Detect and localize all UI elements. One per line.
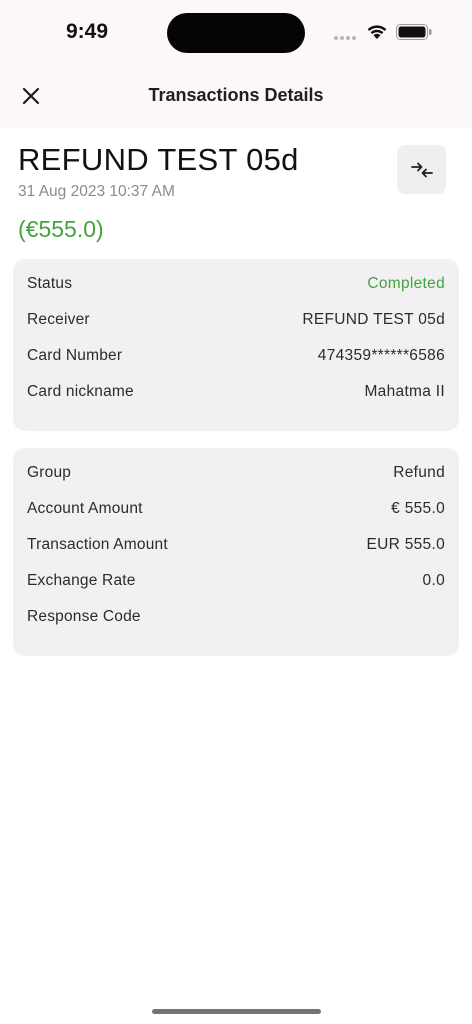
row-label: Status — [27, 275, 73, 292]
row-label: Response Code — [27, 608, 141, 625]
amount-row-transaction-amount: Transaction Amount EUR 555.0 — [27, 536, 445, 558]
amount-row-group: Group Refund — [27, 464, 445, 486]
transaction-date: 31 Aug 2023 10:37 AM — [18, 183, 175, 200]
row-label: Transaction Amount — [27, 536, 168, 553]
details-card: Status Completed Receiver REFUND TEST 05… — [13, 259, 459, 431]
row-label: Account Amount — [27, 500, 143, 517]
wifi-icon — [367, 25, 387, 39]
row-label: Card Number — [27, 347, 123, 364]
row-label: Card nickname — [27, 383, 134, 400]
row-value: Refund — [393, 464, 445, 481]
transaction-amount: (€555.0) — [18, 216, 104, 242]
amounts-card: Group Refund Account Amount € 555.0 Tran… — [13, 448, 459, 656]
cellular-signal-icon — [334, 36, 358, 40]
battery-icon — [396, 24, 432, 40]
amount-row-response-code: Response Code — [27, 608, 445, 630]
status-icons — [334, 22, 434, 42]
home-indicator[interactable] — [152, 1009, 321, 1014]
amount-row-exchange-rate: Exchange Rate 0.0 — [27, 572, 445, 594]
row-label: Group — [27, 464, 72, 481]
detail-row-receiver: Receiver REFUND TEST 05d — [27, 311, 445, 333]
detail-row-status: Status Completed — [27, 275, 445, 297]
status-time: 9:49 — [66, 20, 109, 43]
top-bar: 9:49 Transactions Details — [0, 0, 472, 128]
row-value: REFUND TEST 05d — [302, 311, 445, 328]
row-value: 0.0 — [422, 572, 445, 589]
status-value: Completed — [367, 275, 445, 292]
transaction-title: REFUND TEST 05d — [18, 142, 299, 177]
amount-row-account-amount: Account Amount € 555.0 — [27, 500, 445, 522]
page-title: Transactions Details — [148, 85, 324, 105]
row-value: EUR 555.0 — [366, 536, 445, 553]
row-value: 474359******6586 — [317, 347, 445, 364]
row-label: Receiver — [27, 311, 90, 328]
row-value: Mahatma II — [364, 383, 445, 400]
row-label: Exchange Rate — [27, 572, 136, 589]
dynamic-island — [167, 13, 305, 53]
detail-row-card-number: Card Number 474359******6586 — [27, 347, 445, 369]
swap-arrows-icon — [410, 162, 433, 177]
swap-button[interactable] — [397, 145, 446, 194]
row-value: € 555.0 — [391, 500, 445, 517]
detail-row-card-nickname: Card nickname Mahatma II — [27, 383, 445, 405]
